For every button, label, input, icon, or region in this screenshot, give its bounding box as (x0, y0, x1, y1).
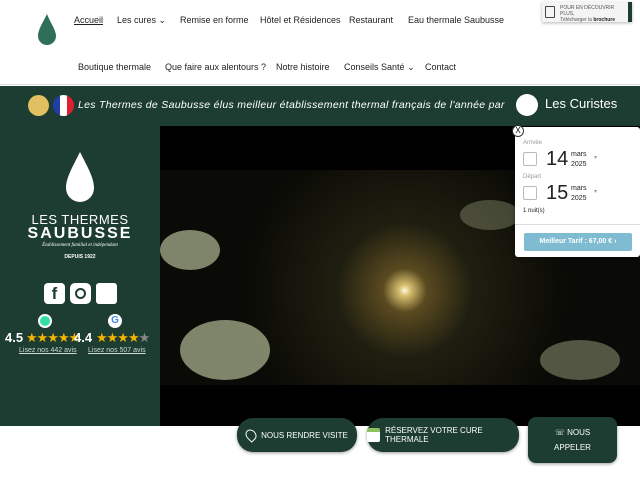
nav-boutique[interactable]: Boutique thermale (78, 62, 151, 72)
call-label-1: NOUS (567, 428, 591, 437)
nav-histoire[interactable]: Notre histoire (276, 62, 330, 72)
nav-label: Les cures (117, 15, 157, 25)
medal-icon (28, 95, 49, 116)
cta-label: Meilleur Tarif : 67,00 € (539, 238, 613, 245)
calendar-icon (523, 152, 537, 166)
chevron-down-icon: ⌄ (407, 62, 415, 72)
brochure-bold: brochure (593, 17, 616, 23)
brochure-line1: POUR EN DÉCOUVRIR PLUS, (560, 5, 615, 17)
chevron-down-icon: ⌄ (158, 15, 167, 25)
departure-year: 2025 (571, 195, 587, 202)
nav-accueil[interactable]: Accueil (74, 15, 103, 25)
nav-label: Conseils Santé (344, 62, 405, 72)
nav-contact[interactable]: Contact (425, 62, 456, 72)
calendar-icon (523, 186, 537, 200)
arrival-label: Arrivée (523, 140, 543, 146)
logo-drop-icon[interactable] (36, 14, 58, 46)
book-cure-button[interactable]: RÉSERVEZ VOTRE CURE THERMALE (367, 418, 519, 452)
nav-conseils-sante[interactable]: Conseils Santé ⌄ (344, 62, 415, 73)
departure-label: Départ (523, 174, 542, 180)
visit-button[interactable]: NOUS RENDRE VISITE (237, 418, 357, 452)
tripadvisor-score: 4.5 (5, 330, 24, 345)
booking-widget: X Arrivée 14 mars 2025 ▾ Départ 15 mars 20… (512, 125, 640, 257)
site-header: Accueil Les cures ⌄ Remise en forme Hôte… (0, 0, 640, 85)
award-banner: Les Thermes de Saubusse élus meilleur ét… (0, 86, 640, 126)
google-reviews-link[interactable]: Lisez nos 507 avis (88, 347, 146, 354)
chevron-right-icon: › (614, 238, 617, 245)
brochure-line2: Télécharger la (560, 17, 592, 23)
arrival-day[interactable]: 14 (546, 148, 568, 171)
map-pin-icon (243, 427, 259, 443)
tripadvisor-reviews-link[interactable]: Lisez nos 442 avis (19, 347, 77, 354)
departure-day[interactable]: 15 (546, 182, 568, 205)
phone-icon: ☏ (554, 428, 565, 437)
google-stars: ★★★★★ (96, 330, 150, 345)
nav-alentours[interactable]: Que faire aux alentours ? (165, 62, 266, 72)
brand-panel: LES THERMES SAUBUSSE Établissement famil… (0, 126, 160, 426)
les-curistes-logo-icon (516, 94, 538, 116)
brand-line2: SAUBUSSE (27, 225, 133, 242)
best-rate-button[interactable]: Meilleur Tarif : 67,00 € › (524, 233, 632, 251)
nav-eau-thermale[interactable]: Eau thermale Saubusse (408, 15, 504, 25)
arrival-month-year[interactable]: mars 2025 (571, 150, 587, 170)
award-text: Les Thermes de Saubusse élus meilleur ét… (78, 99, 505, 111)
google-score: 4.4 (74, 330, 93, 345)
book-label: RÉSERVEZ VOTRE CURE THERMALE (385, 426, 483, 444)
tripadvisor-stars: ★★★★★ (26, 330, 80, 345)
store-icon[interactable] (96, 283, 117, 304)
nav-remise-en-forme[interactable]: Remise en forme (180, 15, 249, 25)
facebook-icon[interactable]: f (44, 283, 65, 304)
departure-month-year[interactable]: mars 2025 (571, 184, 587, 204)
arrival-month: mars (571, 151, 587, 158)
call-button[interactable]: ☏ NOUS APPELER (528, 417, 617, 463)
chevron-down-icon[interactable]: ▾ (594, 188, 597, 195)
close-button[interactable]: X (512, 125, 524, 137)
call-label-2: APPELER (554, 443, 591, 452)
nav-hotel[interactable]: Hôtel et Résidences (260, 15, 341, 25)
chevron-down-icon[interactable]: ▾ (594, 154, 597, 161)
partner-name[interactable]: Les Curistes (545, 96, 617, 111)
brand-drop-icon (66, 152, 94, 202)
google-icon: G (108, 314, 122, 328)
brochure-download-button[interactable]: POUR EN DÉCOUVRIR PLUS, Télécharger la b… (542, 2, 632, 23)
nav-les-cures[interactable]: Les cures ⌄ (117, 15, 166, 26)
brand-since: DEPUIS 1922 (64, 254, 96, 260)
document-icon (545, 6, 555, 18)
visit-label: NOUS RENDRE VISITE (261, 430, 348, 440)
france-flag-icon (53, 95, 74, 116)
instagram-icon[interactable] (70, 283, 91, 304)
tripadvisor-icon (38, 314, 52, 328)
brand-tagline: Établissement familial et indépendant (42, 243, 118, 248)
arrival-year: 2025 (571, 161, 587, 168)
nav-restaurant[interactable]: Restaurant (349, 15, 393, 25)
departure-month: mars (571, 185, 587, 192)
nights-count: 1 nuit(s) (523, 208, 545, 214)
calendar-icon (367, 428, 381, 442)
